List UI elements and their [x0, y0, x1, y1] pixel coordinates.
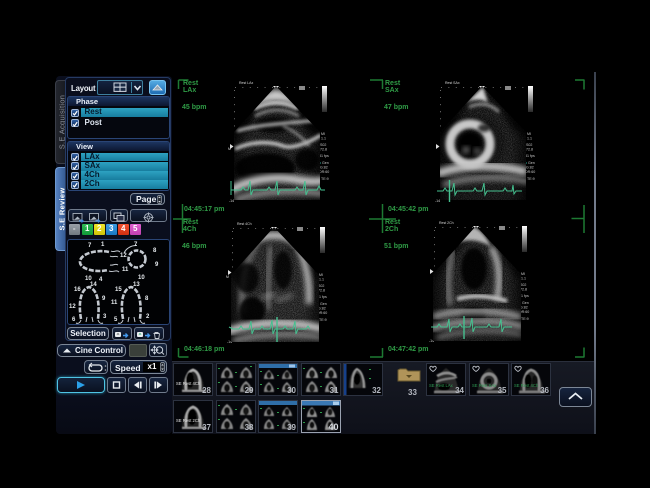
svg-text:16: 16 [74, 287, 81, 293]
svg-text:12: 12 [120, 253, 127, 259]
svg-text:G:82: G:82 [318, 307, 326, 311]
svg-text:SE Rest LAx: SE Rest LAx [429, 383, 454, 388]
svg-text:4: 4 [99, 277, 103, 283]
svg-text:G:82: G:82 [320, 166, 328, 170]
svg-text:31 fps: 31 fps [525, 154, 535, 158]
svg-text:MI: MI [527, 132, 531, 136]
svg-text:G:82: G:82 [526, 166, 534, 170]
svg-text:-14: -14 [435, 199, 440, 203]
svg-text:-14: -14 [229, 199, 234, 203]
svg-text:8: 8 [145, 296, 149, 302]
svg-text:1.1: 1.1 [527, 137, 532, 141]
svg-text:DR:60: DR:60 [319, 170, 329, 174]
svg-text:9: 9 [102, 296, 106, 302]
svg-text:11: 11 [122, 267, 129, 273]
svg-text:72.8: 72.8 [526, 148, 533, 152]
svg-text:S02: S02 [526, 143, 532, 147]
svg-text:1.1: 1.1 [321, 137, 326, 141]
svg-text:12: 12 [69, 304, 76, 310]
svg-text:SE Rest 4Ch: SE Rest 4Ch [514, 383, 539, 388]
svg-text:SE Rest SAx: SE Rest SAx [472, 383, 497, 388]
svg-text:1: 1 [101, 242, 105, 248]
svg-text:SE Rest 4Ch: SE Rest 4Ch [176, 381, 201, 386]
svg-text:Gen: Gen [528, 161, 535, 165]
svg-text:31 fps: 31 fps [319, 154, 329, 158]
svg-text:TE:9: TE:9 [521, 317, 529, 321]
svg-text:MI: MI [319, 273, 323, 277]
svg-text:SE Rest 2Ch: SE Rest 2Ch [176, 418, 201, 423]
svg-text:Rest SAx: Rest SAx [445, 81, 460, 85]
svg-text:8: 8 [153, 248, 157, 254]
svg-text:6: 6 [72, 317, 76, 323]
svg-text:7: 7 [134, 242, 138, 248]
svg-text:13: 13 [133, 282, 140, 288]
svg-text:72.8: 72.8 [320, 148, 327, 152]
svg-text:15: 15 [115, 287, 122, 293]
svg-text:Gen: Gen [320, 302, 327, 306]
svg-text:S02: S02 [320, 143, 326, 147]
svg-text:TE:9: TE:9 [527, 177, 535, 181]
svg-text:9: 9 [155, 262, 159, 268]
svg-text:1.1: 1.1 [319, 278, 324, 282]
svg-text:2: 2 [146, 314, 150, 320]
svg-text:Gen: Gen [322, 161, 329, 165]
svg-text:TE:9: TE:9 [319, 318, 327, 322]
svg-text:MI: MI [321, 132, 325, 136]
svg-text:14: 14 [90, 282, 97, 288]
svg-text:G:82: G:82 [520, 306, 528, 310]
svg-text:10: 10 [138, 275, 145, 281]
svg-text:M: M [226, 275, 229, 279]
svg-text:Rest LAx: Rest LAx [239, 81, 253, 85]
svg-text:Gen: Gen [522, 301, 529, 305]
svg-text:1.1: 1.1 [521, 277, 526, 281]
svg-text:72.8: 72.8 [520, 288, 527, 292]
svg-text:7: 7 [88, 243, 92, 249]
svg-text:Rest 4Ch: Rest 4Ch [237, 222, 252, 226]
svg-text:5: 5 [114, 317, 118, 323]
svg-text:72.8: 72.8 [318, 289, 325, 293]
svg-text:TE:9: TE:9 [321, 177, 329, 181]
svg-text:MI: MI [521, 272, 525, 276]
svg-text:Rest 2Ch: Rest 2Ch [439, 221, 454, 225]
svg-text:11: 11 [111, 300, 118, 306]
svg-text:3: 3 [103, 314, 107, 320]
svg-text:DR:60: DR:60 [525, 170, 535, 174]
